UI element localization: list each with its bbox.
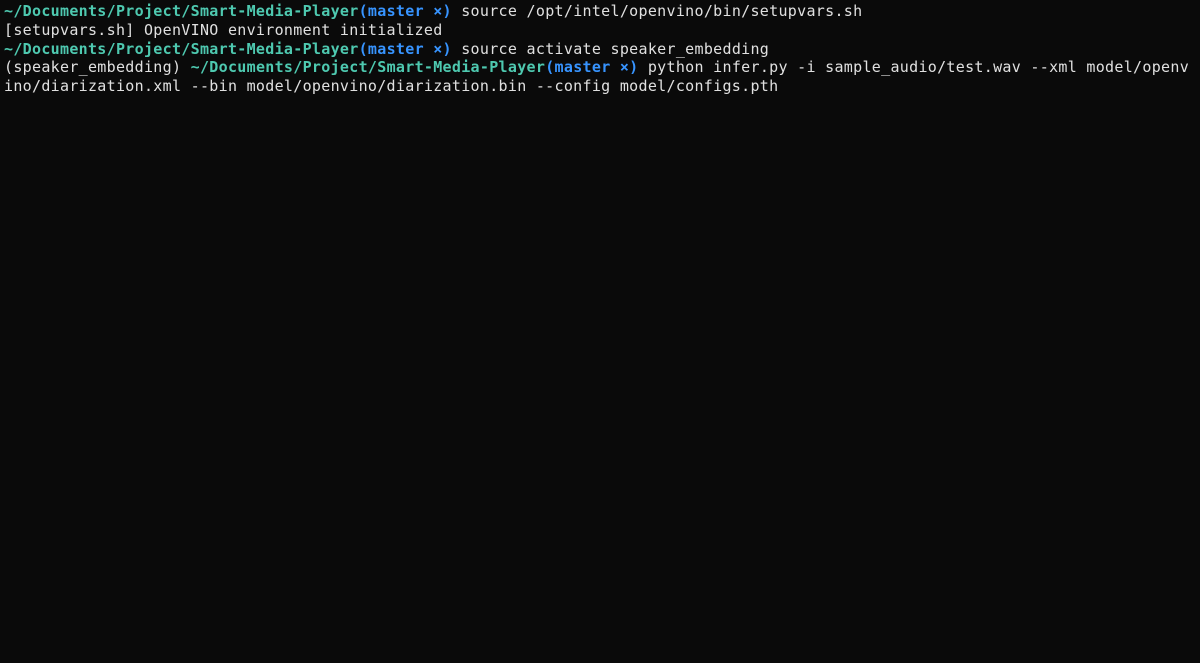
terminal-segment: (master ×) [359,2,452,20]
terminal-segment: ~/Documents/Project/Smart-Media-Player [4,40,359,58]
terminal-output[interactable]: ~/Documents/Project/Smart-Media-Player(m… [4,2,1196,96]
terminal-line: [setupvars.sh] OpenVINO environment init… [4,21,1196,40]
terminal-segment: [setupvars.sh] OpenVINO environment init… [4,21,443,39]
terminal-line: (speaker_embedding) ~/Documents/Project/… [4,58,1196,96]
terminal-segment: ~/Documents/Project/Smart-Media-Player [4,2,359,20]
terminal-segment: (master ×) [359,40,452,58]
terminal-segment: source /opt/intel/openvino/bin/setupvars… [452,2,863,20]
terminal-segment: ~/Documents/Project/Smart-Media-Player [191,58,546,76]
terminal-segment: (speaker_embedding) [4,58,191,76]
terminal-line: ~/Documents/Project/Smart-Media-Player(m… [4,2,1196,21]
terminal-segment: (master ×) [545,58,638,76]
terminal-segment: source activate speaker_embedding [452,40,769,58]
terminal-line: ~/Documents/Project/Smart-Media-Player(m… [4,40,1196,59]
